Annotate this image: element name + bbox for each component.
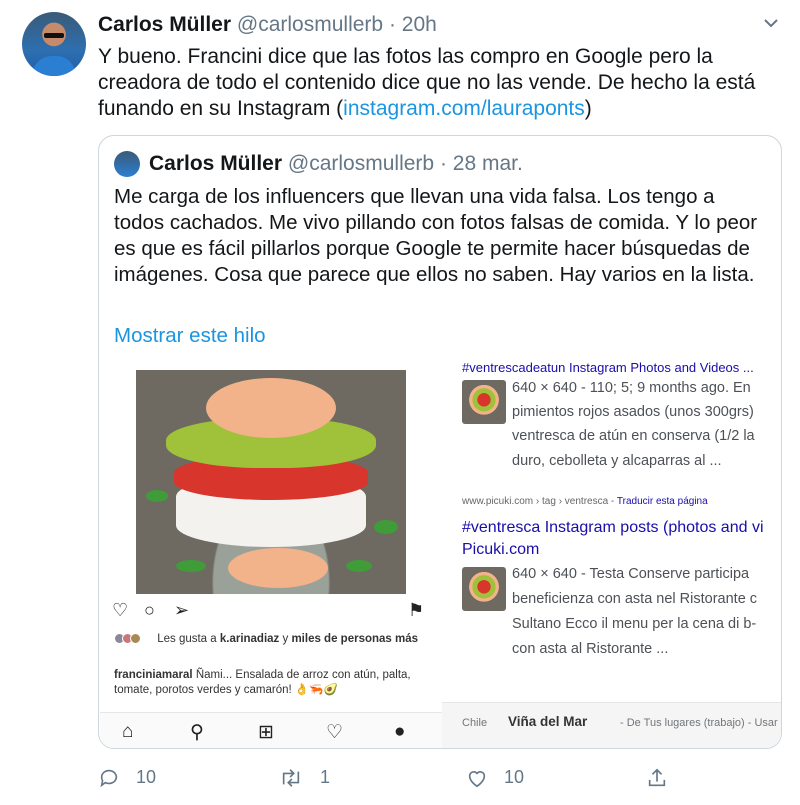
green-bean xyxy=(176,560,206,572)
footer-rest: - De Tus lugares (trabajo) - Usar la ub xyxy=(620,717,781,729)
quoted-tweet[interactable]: Carlos Müller @carlosmullerb · 28 mar. M… xyxy=(98,135,782,749)
heart-icon xyxy=(468,771,486,788)
activity-heart-icon: ♡ xyxy=(326,722,344,743)
liker-avatars xyxy=(114,632,154,645)
result1-title: #ventrescadeatun Instagram Photos and Vi… xyxy=(462,362,754,375)
retweet-icon xyxy=(282,769,300,788)
add-post-icon: ⊞ xyxy=(258,722,274,743)
result1-line: duro, cebolleta y alcaparras al ... xyxy=(512,453,722,469)
tweet-time[interactable]: 20h xyxy=(402,13,437,36)
likes-user: k.arinadiaz xyxy=(219,633,280,645)
instagram-screenshot: ♡ ○ ➢ ⚑ Les gusta a k.arinadiaz y miles … xyxy=(100,362,442,748)
quoted-author-handle: @carlosmullerb xyxy=(287,152,435,175)
reply-button[interactable]: 10 xyxy=(98,762,156,792)
instagram-likes: Les gusta a k.arinadiaz y miles de perso… xyxy=(114,632,432,646)
search-icon: ⚲ xyxy=(190,722,204,743)
comment-icon: ○ xyxy=(144,600,155,620)
author-handle[interactable]: @carlosmullerb xyxy=(237,13,383,36)
like-count: 10 xyxy=(504,767,525,787)
green-bean xyxy=(146,490,168,502)
result2-line: beneficienza con asta nel Ristorante c xyxy=(512,591,758,607)
result1-line: pimientos rojos asados (unos 300grs) xyxy=(512,404,754,420)
green-bean xyxy=(374,520,398,534)
green-bean xyxy=(346,560,372,572)
result1-line: ventresca de atún en conserva (1/2 la xyxy=(512,428,755,444)
result2-line: 640 × 640 - Testa Conserve participa xyxy=(512,566,750,582)
likes-rest: miles de personas más xyxy=(291,633,419,645)
share-icon: ➢ xyxy=(174,600,190,620)
chevron-down-icon[interactable] xyxy=(762,14,780,32)
retweet-count: 1 xyxy=(320,767,331,787)
result2-title-line: #ventresca Instagram posts (photos and v… xyxy=(462,519,764,536)
result2-line: Sultano Ecco il menu per la cena di b- xyxy=(512,616,757,632)
quoted-text: Me carga de los influencers que llevan u… xyxy=(114,185,758,286)
show-thread-link[interactable]: Mostrar este hilo xyxy=(114,324,266,348)
result2-line: con asta al Ristorante ... xyxy=(512,641,669,657)
instagram-bottom-nav: ⌂ ⚲ ⊞ ♡ ● xyxy=(100,712,442,748)
reply-count: 10 xyxy=(136,767,157,787)
footer-city: Viña del Mar xyxy=(508,714,588,729)
result2-thumbnail xyxy=(462,567,506,611)
separator-dot: · xyxy=(388,13,396,36)
result1-thumbnail xyxy=(462,380,506,424)
profile-avatar-icon: ● xyxy=(394,721,406,742)
likes-mid: y xyxy=(279,633,292,645)
result2-title: #ventresca Instagram posts (photos and v… xyxy=(462,517,781,561)
instagram-action-bar: ♡ ○ ➢ ⚑ xyxy=(112,600,430,620)
result2-url: www.picuki.com › tag › ventresca - Tradu… xyxy=(462,496,708,507)
quoted-header: Carlos Müller @carlosmullerb · 28 mar. xyxy=(149,151,523,177)
instagram-caption: franciniamaral Ñami... Ensalada de arroz… xyxy=(114,668,434,698)
result1-line: 640 × 640 - 110; 5; 9 months ago. En xyxy=(512,380,751,396)
likes-prefix: Les gusta a xyxy=(157,633,220,645)
avatar-glasses xyxy=(44,33,64,38)
google-results-screenshot: #ventrescadeatun Instagram Photos and Vi… xyxy=(442,362,781,748)
home-icon: ⌂ xyxy=(122,721,134,742)
footer-country: Chile xyxy=(462,717,488,729)
quoted-date: 28 mar. xyxy=(452,152,523,175)
heart-icon: ♡ xyxy=(112,600,129,620)
instagram-link[interactable]: instagram.com/lauraponts xyxy=(343,97,585,120)
bookmark-icon: ⚑ xyxy=(408,600,425,620)
quoted-author-name: Carlos Müller xyxy=(149,152,283,175)
tweet-text: Y bueno. Francini dice que las fotos las… xyxy=(98,44,778,122)
result2-title-line: Picuki.com xyxy=(462,541,540,558)
avatar-shirt xyxy=(32,56,76,76)
food-photo xyxy=(136,370,406,594)
shrimp-top xyxy=(206,378,336,438)
reply-icon xyxy=(100,770,118,788)
author-avatar[interactable] xyxy=(22,12,86,76)
tweet-text-tail: ) xyxy=(584,97,592,120)
attached-image[interactable]: ♡ ○ ➢ ⚑ Les gusta a k.arinadiaz y miles … xyxy=(100,362,781,748)
result2-url-text: www.picuki.com › tag › ventresca - xyxy=(462,496,617,507)
share-button[interactable] xyxy=(646,762,684,792)
share-icon xyxy=(648,768,666,787)
quoted-author-avatar xyxy=(114,151,140,177)
translate-link: Traducir esta página xyxy=(616,496,708,507)
quoted-separator-dot: · xyxy=(439,152,447,175)
shrimp-bottom xyxy=(228,548,328,588)
tweet-actions: 10 1 10 xyxy=(98,762,778,794)
retweet-button[interactable]: 1 xyxy=(278,762,330,792)
author-name[interactable]: Carlos Müller xyxy=(98,13,231,36)
caption-user: franciniamaral xyxy=(114,669,193,681)
google-footer: Chile Viña del Mar - De Tus lugares (tra… xyxy=(442,702,781,748)
like-button[interactable]: 10 xyxy=(466,762,524,792)
tweet-header: Carlos Müller @carlosmullerb · 20h xyxy=(98,12,437,38)
